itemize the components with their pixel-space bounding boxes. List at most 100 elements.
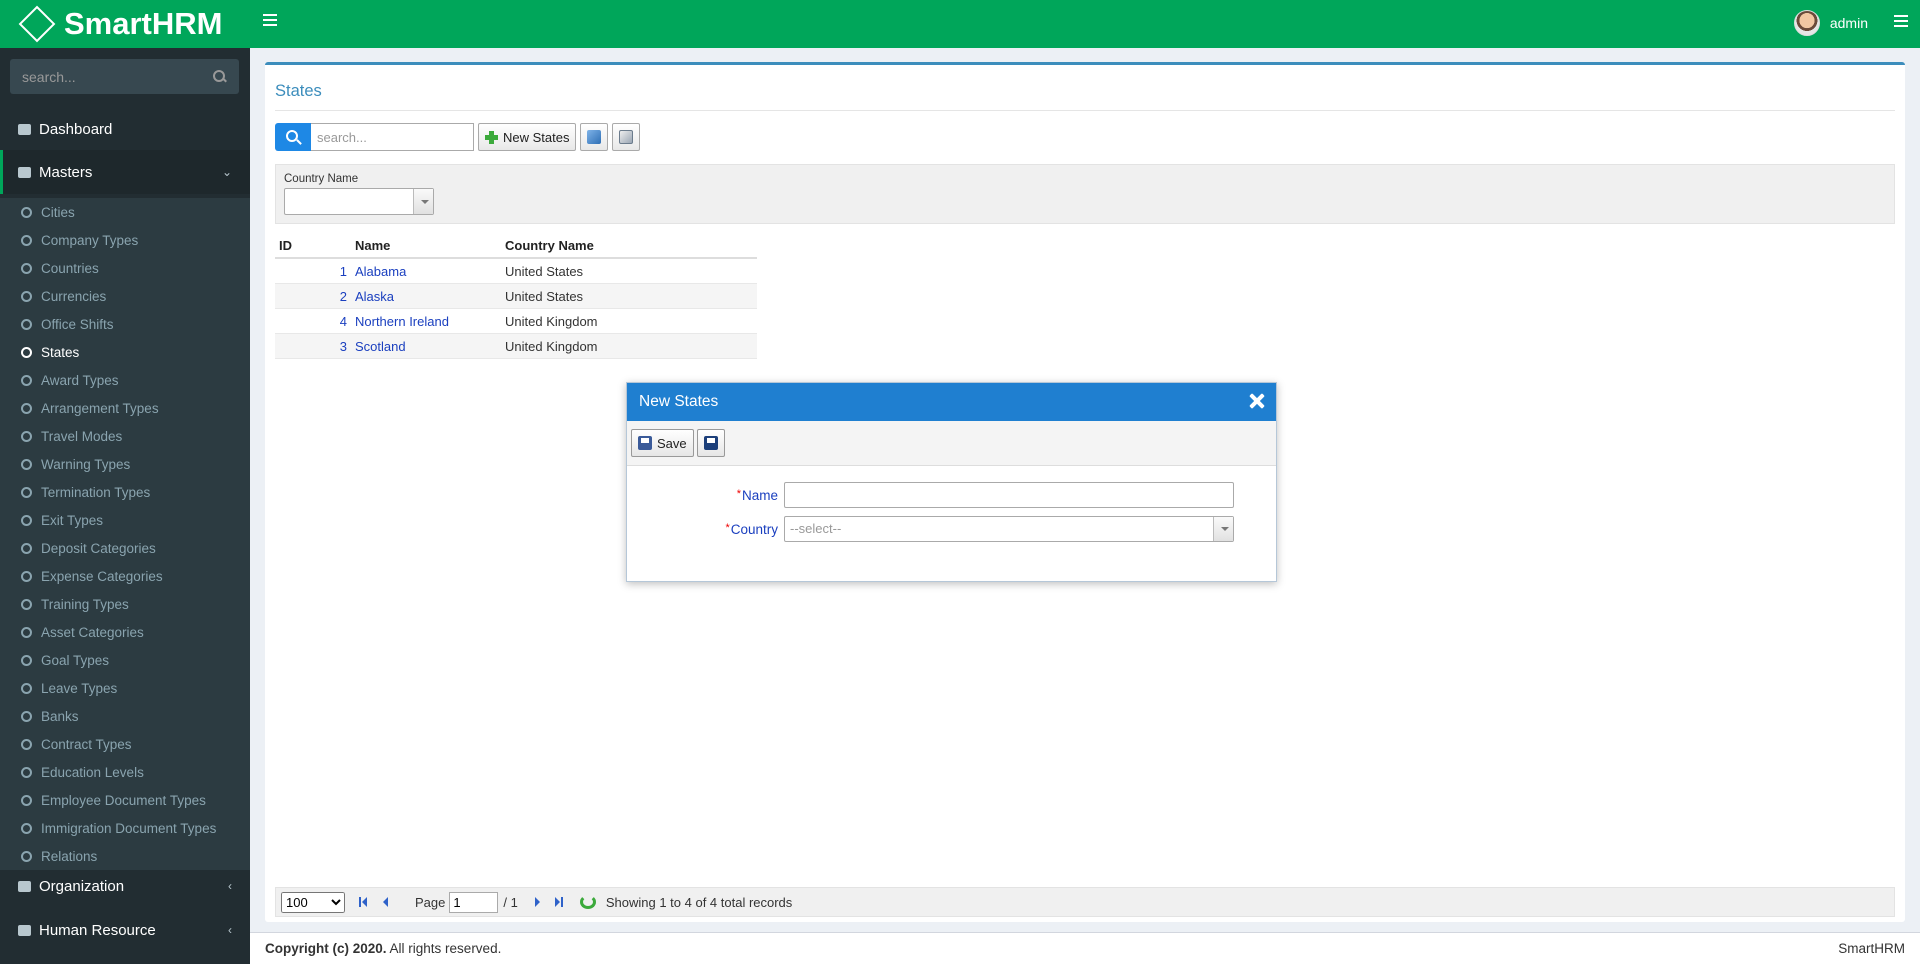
sidebar-subitem-cities[interactable]: Cities: [0, 198, 250, 226]
cell-id: 1: [339, 263, 347, 279]
name-input[interactable]: [784, 482, 1234, 508]
sidebar-item-human-resource[interactable]: Human Resource ‹: [0, 908, 250, 952]
save-button[interactable]: Save: [631, 429, 694, 457]
search-icon[interactable]: [213, 69, 227, 84]
sidebar-subitem-asset-categories[interactable]: Asset Categories: [0, 618, 250, 646]
pager: 100 Page / 1 Showing 1 to 4 of 4 total r…: [275, 887, 1895, 917]
circle-icon: [21, 458, 32, 470]
sidebar-subitem-education-levels[interactable]: Education Levels: [0, 758, 250, 786]
sidebar-item-organization[interactable]: Organization ‹: [0, 864, 250, 908]
cell-country: United States: [505, 288, 584, 304]
sidebar-subitem-immigration-document-types[interactable]: Immigration Document Types: [0, 814, 250, 842]
close-icon[interactable]: [1248, 392, 1266, 410]
column-header-name[interactable]: Name: [355, 238, 505, 253]
footer-brand: SmartHRM: [1838, 941, 1905, 956]
sidebar-subitem-deposit-categories[interactable]: Deposit Categories: [0, 534, 250, 562]
grid-search-input[interactable]: [311, 123, 474, 151]
sidebar-subitem-label: Award Types: [41, 372, 119, 388]
sidebar-subitem-countries[interactable]: Countries: [0, 254, 250, 282]
sidebar-subitem-exit-types[interactable]: Exit Types: [0, 506, 250, 534]
sidebar-subitem-arrangement-types[interactable]: Arrangement Types: [0, 394, 250, 422]
circle-icon: [21, 206, 32, 218]
chevron-left-icon: ‹: [228, 923, 232, 937]
table-row[interactable]: 3 Scotland United Kingdom: [275, 334, 757, 359]
settings-sliders-icon[interactable]: [1894, 15, 1908, 29]
circle-icon: [21, 626, 32, 638]
cell-country: United States: [505, 263, 584, 279]
states-table: ID Name Country Name 1 Alabama United Stat…: [275, 234, 757, 359]
sidebar-subitem-leave-types[interactable]: Leave Types: [0, 674, 250, 702]
dashboard-icon: [18, 123, 31, 135]
sidebar: Dashboard Masters ⌄ CitiesCompany TypesC…: [0, 48, 250, 964]
user-name: admin: [1829, 15, 1868, 31]
country-label-text: Country: [730, 521, 778, 537]
sidebar-subitem-goal-types[interactable]: Goal Types: [0, 646, 250, 674]
table-row[interactable]: 2 Alaska United States: [275, 284, 757, 309]
country-label: *Country: [627, 522, 784, 537]
cell-name[interactable]: Scotland: [355, 339, 505, 354]
page-number-input[interactable]: [449, 891, 499, 913]
sidebar-subitem-states[interactable]: States: [0, 338, 250, 366]
plus-icon: [485, 130, 498, 144]
reload-icon[interactable]: [579, 895, 596, 909]
circle-icon: [21, 794, 32, 806]
user-menu[interactable]: admin: [1793, 10, 1868, 36]
menu-toggle-icon[interactable]: [263, 14, 277, 26]
sidebar-subitem-banks[interactable]: Banks: [0, 702, 250, 730]
sidebar-item-masters[interactable]: Masters ⌄: [0, 150, 250, 194]
column-header-country[interactable]: Country Name: [505, 238, 757, 253]
copyright: Copyright (c) 2020. All rights reserved.: [265, 941, 501, 956]
prev-page-icon[interactable]: [380, 896, 392, 908]
brand-logo[interactable]: SmartHRM: [0, 0, 250, 48]
next-page-icon[interactable]: [532, 896, 544, 908]
first-page-icon[interactable]: [359, 896, 371, 908]
export-button[interactable]: [612, 123, 641, 151]
cell-id: 2: [339, 288, 347, 304]
country-select-placeholder: --select--: [790, 521, 842, 536]
cell-name[interactable]: Northern Ireland: [355, 314, 505, 329]
save-and-close-button[interactable]: [696, 429, 725, 457]
sidebar-subitem-contract-types[interactable]: Contract Types: [0, 730, 250, 758]
last-page-icon[interactable]: [553, 896, 565, 908]
circle-icon: [21, 850, 32, 862]
save-close-icon: [703, 436, 718, 450]
circle-icon: [21, 262, 32, 274]
sidebar-subitem-expense-categories[interactable]: Expense Categories: [0, 562, 250, 590]
sidebar-subitem-travel-modes[interactable]: Travel Modes: [0, 422, 250, 450]
top-header: SmartHRM admin: [0, 0, 1920, 48]
new-states-button[interactable]: New States: [478, 123, 577, 151]
cell-name[interactable]: Alabama: [355, 264, 505, 279]
sidebar-subitem-label: Expense Categories: [41, 568, 163, 584]
sidebar-subitem-employee-document-types[interactable]: Employee Document Types: [0, 786, 250, 814]
sidebar-subitem-currencies[interactable]: Currencies: [0, 282, 250, 310]
users-icon: [18, 924, 31, 936]
chevron-left-icon: ‹: [228, 879, 232, 893]
sidebar-subitem-label: Exit Types: [41, 512, 104, 528]
sidebar-subitem-training-types[interactable]: Training Types: [0, 590, 250, 618]
sidebar-subitem-warning-types[interactable]: Warning Types: [0, 450, 250, 478]
sidebar-search-input[interactable]: [22, 68, 213, 85]
table-row[interactable]: 1 Alabama United States: [275, 259, 757, 284]
country-filter-select[interactable]: [284, 188, 434, 215]
dialog-title: New States: [639, 393, 719, 410]
sidebar-subitem-award-types[interactable]: Award Types: [0, 366, 250, 394]
sidebar-subitem-label: Arrangement Types: [41, 400, 159, 416]
country-select[interactable]: --select--: [784, 516, 1234, 542]
page-size-select[interactable]: 100: [281, 891, 345, 913]
table-icon: [18, 166, 31, 178]
sidebar-subitem-termination-types[interactable]: Termination Types: [0, 478, 250, 506]
refresh-button[interactable]: [580, 123, 609, 151]
required-mark: *: [736, 487, 741, 500]
sidebar-subitem-company-types[interactable]: Company Types: [0, 226, 250, 254]
sidebar-subitem-office-shifts[interactable]: Office Shifts: [0, 310, 250, 338]
cell-name[interactable]: Alaska: [355, 289, 505, 304]
sidebar-item-label: Masters: [39, 163, 93, 181]
dropdown-arrow-icon: [413, 189, 433, 214]
search-button[interactable]: [275, 123, 311, 151]
table-row[interactable]: 4 Northern Ireland United Kingdom: [275, 309, 757, 334]
circle-icon: [21, 570, 32, 582]
sidebar-item-dashboard[interactable]: Dashboard: [0, 107, 250, 151]
new-states-dialog: New States Save *Name *Country --select-…: [626, 382, 1277, 582]
sidebar-search: [10, 59, 239, 94]
column-header-id[interactable]: ID: [275, 238, 355, 253]
